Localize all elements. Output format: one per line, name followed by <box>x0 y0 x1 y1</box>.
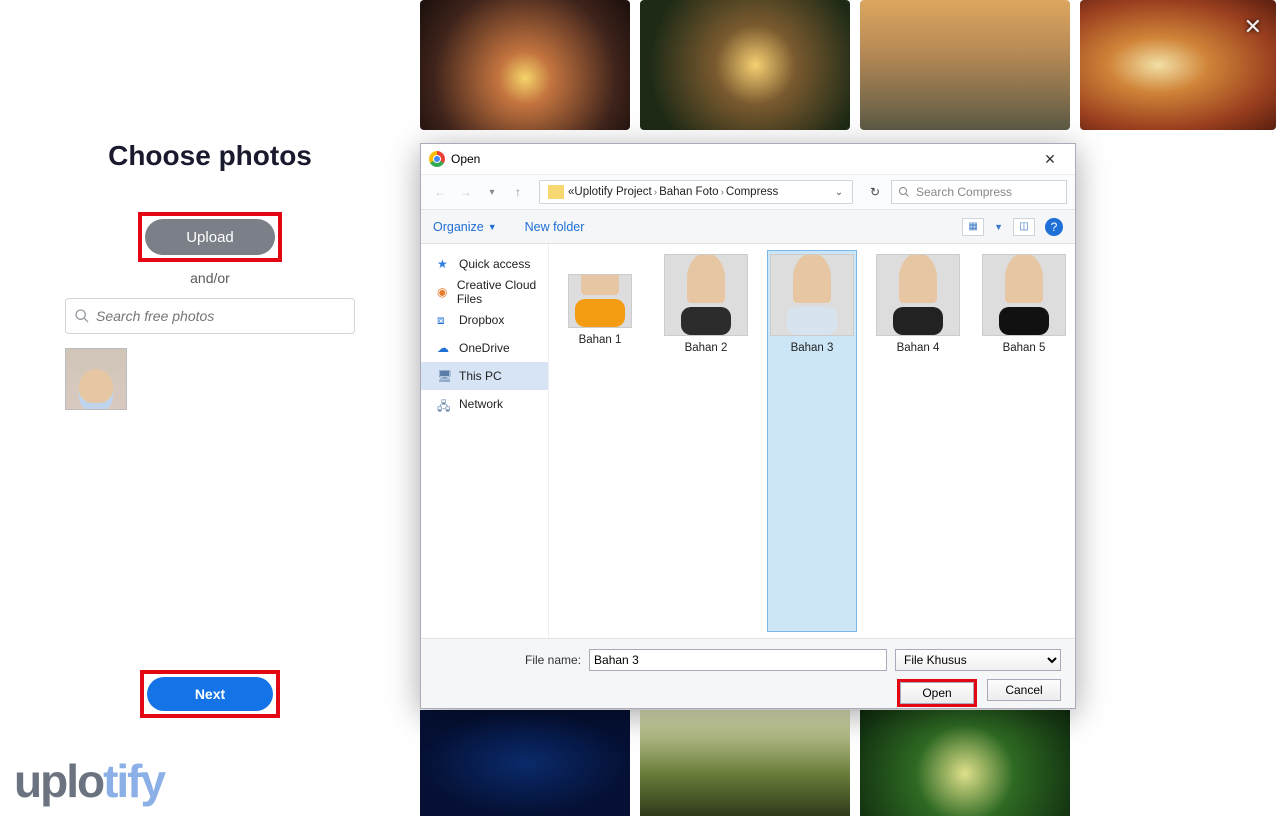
dialog-close-button[interactable]: ✕ <box>1033 144 1067 174</box>
upload-highlight: Upload <box>138 212 282 262</box>
dialog-titlebar: Open ✕ <box>421 144 1075 174</box>
open-highlight: Open <box>897 679 977 707</box>
gallery-thumb[interactable] <box>640 710 850 816</box>
search-box[interactable] <box>65 298 355 334</box>
gallery-thumb[interactable] <box>1084 420 1280 550</box>
dialog-search-box[interactable]: Search Compress <box>891 180 1067 204</box>
sidebar-item-dropbox[interactable]: ⧈Dropbox <box>421 306 548 334</box>
gallery-thumb[interactable] <box>1084 280 1280 410</box>
dialog-title: Open <box>451 152 480 166</box>
help-button[interactable]: ? <box>1045 218 1063 236</box>
upload-button[interactable]: Upload <box>145 219 275 255</box>
open-button[interactable]: Open <box>900 682 974 704</box>
search-icon <box>74 308 90 324</box>
nav-up-icon[interactable]: ↑ <box>507 181 529 203</box>
view-mode-button[interactable]: ▦ <box>962 218 984 236</box>
file-item[interactable]: Bahan 3 <box>767 250 857 632</box>
folder-icon <box>548 185 564 199</box>
pane-icon: ◫ <box>1019 221 1028 232</box>
chevron-down-icon: ▼ <box>488 222 497 232</box>
tiles-icon: ▦ <box>968 221 977 232</box>
gallery-thumb[interactable] <box>640 0 850 130</box>
gallery-thumb[interactable] <box>420 0 630 130</box>
dialog-footer: File name: File Khusus Open Cancel <box>421 638 1075 708</box>
gallery-thumb[interactable] <box>420 710 630 816</box>
close-icon[interactable]: ✕ <box>1244 14 1262 40</box>
nav-recents-icon[interactable]: ▾ <box>481 181 503 203</box>
file-open-dialog: Open ✕ ← → ▾ ↑ « Uplotify Project › Baha… <box>420 143 1076 709</box>
cloud-icon: ◉ <box>437 285 449 299</box>
sidebar-item-network[interactable]: 🖧Network <box>421 390 548 418</box>
breadcrumb-item[interactable]: Compress <box>726 186 778 198</box>
chrome-icon <box>429 151 445 167</box>
file-item[interactable]: Bahan 5 <box>979 250 1069 632</box>
breadcrumb-item[interactable]: Uplotify Project <box>574 186 651 198</box>
filename-input[interactable] <box>589 649 887 671</box>
chevron-down-icon[interactable]: ▼ <box>994 222 1003 232</box>
dialog-sidebar: ★Quick access ◉Creative Cloud Files ⧈Dro… <box>421 244 549 638</box>
breadcrumb[interactable]: « Uplotify Project › Bahan Foto › Compre… <box>539 180 853 204</box>
filetype-select[interactable]: File Khusus <box>895 649 1061 671</box>
page-title: Choose photos <box>0 140 420 172</box>
dialog-search-placeholder: Search Compress <box>916 185 1012 199</box>
onedrive-icon: ☁ <box>437 341 451 355</box>
gallery-thumb[interactable] <box>1084 140 1280 270</box>
sidebar-item-quick-access[interactable]: ★Quick access <box>421 250 548 278</box>
search-icon <box>898 186 910 198</box>
nav-forward-icon: → <box>455 181 477 203</box>
refresh-icon[interactable]: ↻ <box>863 180 887 204</box>
new-folder-button[interactable]: New folder <box>525 220 585 234</box>
pc-icon: 🖥 <box>437 369 451 383</box>
search-input[interactable] <box>96 308 346 324</box>
dropbox-icon: ⧈ <box>437 313 451 327</box>
next-button[interactable]: Next <box>147 677 273 711</box>
file-item[interactable]: Bahan 1 <box>555 250 645 632</box>
preview-pane-button[interactable]: ◫ <box>1013 218 1035 236</box>
breadcrumb-item[interactable]: Bahan Foto <box>659 186 718 198</box>
gallery-thumb[interactable] <box>1084 700 1280 830</box>
sidebar-item-this-pc[interactable]: 🖥This PC <box>421 362 548 390</box>
gallery-thumb[interactable] <box>860 0 1070 130</box>
left-panel: Choose photos Upload and/or Next uplotif… <box>0 0 420 822</box>
filename-label: File name: <box>525 653 581 667</box>
and-or-text: and/or <box>0 270 420 286</box>
file-item[interactable]: Bahan 2 <box>661 250 751 632</box>
dialog-toolbar: Organize▼ New folder ▦ ▼ ◫ ? <box>421 210 1075 244</box>
selected-thumbnail[interactable] <box>65 348 127 410</box>
cancel-button[interactable]: Cancel <box>987 679 1061 701</box>
brand-logo: uplotify <box>14 754 164 808</box>
network-icon: 🖧 <box>437 397 451 411</box>
nav-back-icon: ← <box>429 181 451 203</box>
sidebar-item-creative-cloud[interactable]: ◉Creative Cloud Files <box>421 278 548 306</box>
chevron-right-icon: › <box>721 187 724 198</box>
gallery-thumb[interactable] <box>1084 560 1280 690</box>
files-area: Bahan 1 Bahan 2 Bahan 3 Bahan 4 Bahan 5 <box>549 244 1075 638</box>
gallery-thumb[interactable] <box>860 710 1070 816</box>
sidebar-item-onedrive[interactable]: ☁OneDrive <box>421 334 548 362</box>
organize-button[interactable]: Organize▼ <box>433 220 497 234</box>
chevron-right-icon: › <box>654 187 657 198</box>
next-highlight: Next <box>140 670 280 718</box>
dialog-navbar: ← → ▾ ↑ « Uplotify Project › Bahan Foto … <box>421 174 1075 210</box>
file-item[interactable]: Bahan 4 <box>873 250 963 632</box>
star-icon: ★ <box>437 257 451 271</box>
breadcrumb-dropdown-icon[interactable]: ⌄ <box>830 187 848 198</box>
